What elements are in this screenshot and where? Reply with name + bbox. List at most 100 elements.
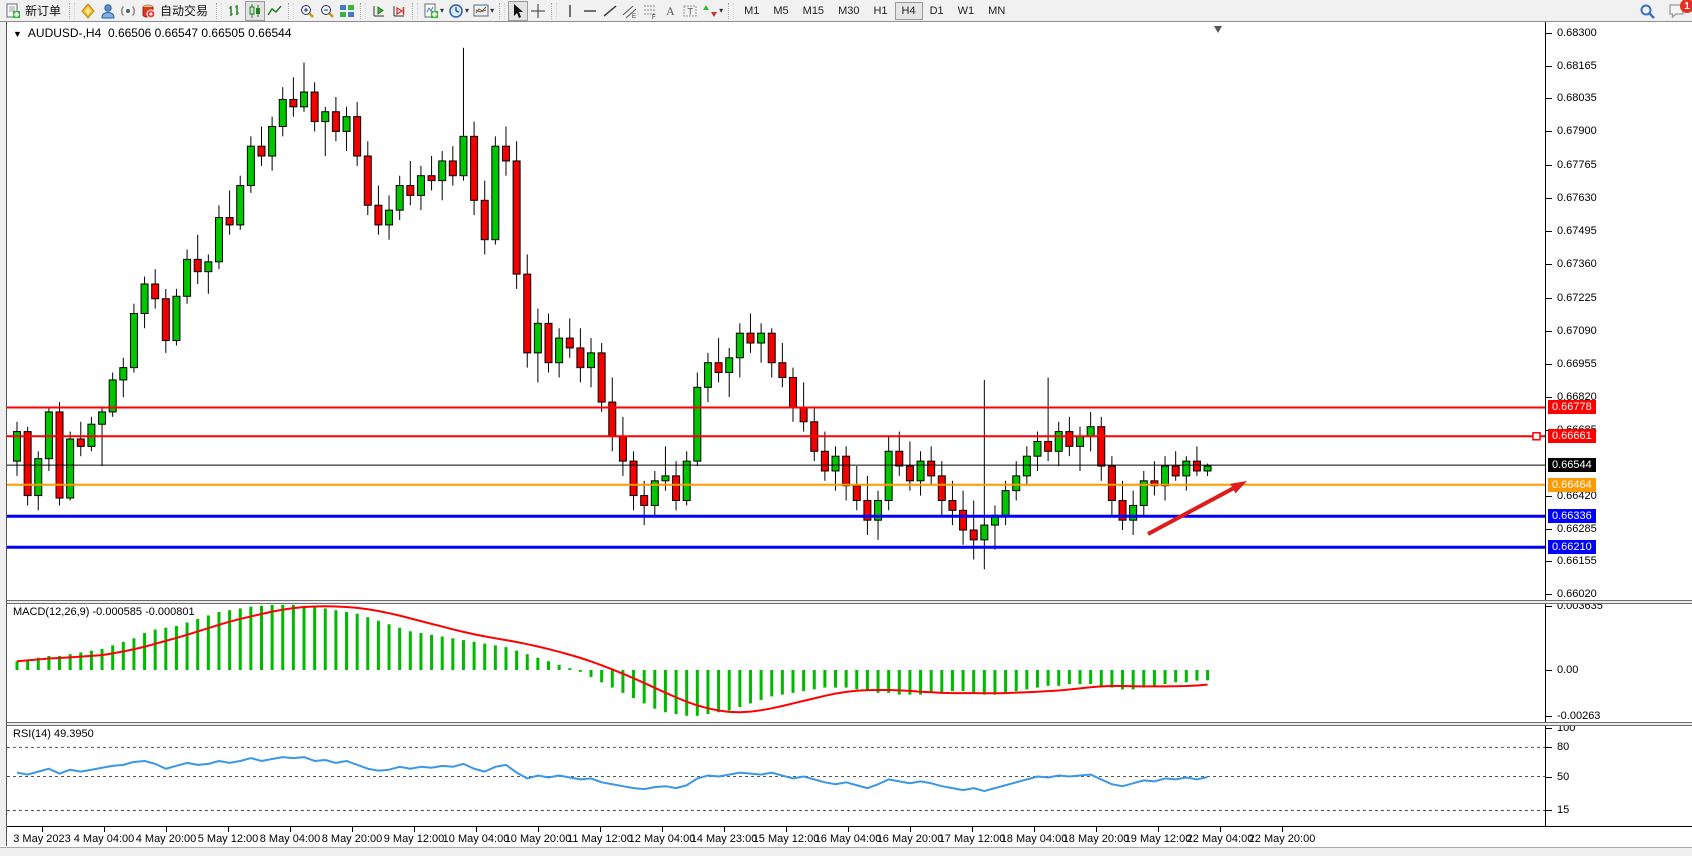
trendline-icon bbox=[602, 3, 618, 19]
dropdown-caret-icon: ▾ bbox=[719, 6, 723, 15]
macd-panel[interactable] bbox=[7, 604, 1545, 722]
candlestick-chart-button[interactable] bbox=[245, 1, 265, 21]
rsi-panel[interactable] bbox=[7, 726, 1545, 826]
toolbar-grip bbox=[216, 3, 222, 19]
price-tick: 0.67630 bbox=[1557, 192, 1597, 204]
arrows-button[interactable]: ▾ bbox=[700, 1, 725, 21]
timeframe-d1[interactable]: D1 bbox=[923, 2, 951, 20]
text-button[interactable]: A bbox=[660, 1, 680, 21]
crosshair-icon bbox=[530, 3, 546, 19]
line-chart-button[interactable] bbox=[265, 1, 285, 21]
crosshair-button[interactable] bbox=[528, 1, 548, 21]
toolbar-grip bbox=[728, 3, 734, 19]
price-axis[interactable]: 0.683000.681650.680350.679000.677650.676… bbox=[1545, 22, 1692, 827]
candle-body-down bbox=[1045, 441, 1052, 451]
horizontal-line-button[interactable] bbox=[580, 1, 600, 21]
annotation-arrow-head[interactable] bbox=[1230, 481, 1247, 493]
new-order-label[interactable]: 新订单 bbox=[23, 2, 66, 19]
candle-body-up bbox=[279, 99, 286, 126]
new-order-icon bbox=[5, 3, 21, 19]
candle-body-down bbox=[258, 146, 265, 156]
time-label: 4 May 20:00 bbox=[136, 833, 197, 845]
price-tick-dash bbox=[1546, 165, 1552, 166]
price-tick: 0.68300 bbox=[1557, 27, 1597, 39]
macd-tick: -0.00263 bbox=[1557, 710, 1600, 722]
time-label: 9 May 12:00 bbox=[384, 833, 445, 845]
candle-body-down bbox=[896, 451, 903, 466]
candle-body-up bbox=[1034, 441, 1041, 456]
panel-splitter[interactable] bbox=[0, 600, 1692, 604]
candle-body-up bbox=[1183, 461, 1190, 476]
fibonacci-icon: F bbox=[642, 3, 658, 19]
time-tick bbox=[414, 827, 415, 832]
chart-shift-marker-icon[interactable] bbox=[1214, 26, 1222, 33]
zoom-out-button[interactable] bbox=[317, 1, 337, 21]
time-tick bbox=[1282, 827, 1283, 832]
trendline-button[interactable] bbox=[600, 1, 620, 21]
candle-body-down bbox=[789, 377, 796, 407]
rsi-tick-dash bbox=[1546, 810, 1552, 811]
community-person-icon bbox=[100, 3, 116, 19]
candle-body-up bbox=[205, 262, 212, 272]
candle-body-down bbox=[1193, 461, 1200, 471]
annotation-arrow-shaft[interactable] bbox=[1148, 489, 1233, 534]
timeframe-m15[interactable]: M15 bbox=[796, 2, 831, 20]
community-button[interactable] bbox=[98, 1, 118, 21]
time-tick bbox=[910, 827, 911, 832]
main-chart-panel[interactable] bbox=[7, 22, 1545, 600]
periods-button[interactable]: ▾ bbox=[446, 1, 471, 21]
candle-body-down bbox=[194, 259, 201, 271]
cursor-button[interactable] bbox=[508, 1, 528, 21]
timeframe-m30[interactable]: M30 bbox=[831, 2, 866, 20]
price-tick: 0.68165 bbox=[1557, 60, 1597, 72]
channel-button[interactable]: E bbox=[620, 1, 640, 21]
search-icon[interactable] bbox=[1639, 3, 1656, 20]
candle-body-down bbox=[24, 432, 31, 496]
candle-body-down bbox=[938, 476, 945, 501]
candle-body-down bbox=[449, 161, 456, 176]
dropdown-caret-icon: ▾ bbox=[465, 6, 469, 15]
auto-scroll-button[interactable] bbox=[369, 1, 389, 21]
templates-button[interactable]: ▾ bbox=[471, 1, 496, 21]
metaeditor-button[interactable] bbox=[78, 1, 98, 21]
candle-body-up bbox=[35, 459, 42, 496]
fibonacci-button[interactable]: F bbox=[640, 1, 660, 21]
price-tick-dash bbox=[1546, 33, 1552, 34]
candle-body-down bbox=[226, 218, 233, 225]
time-tick bbox=[972, 827, 973, 832]
candle-body-up bbox=[237, 186, 244, 225]
vertical-line-button[interactable] bbox=[560, 1, 580, 21]
symbol-dropdown-icon[interactable]: ▼ bbox=[13, 29, 22, 39]
new-order-button[interactable] bbox=[3, 1, 23, 21]
timeframe-w1[interactable]: W1 bbox=[951, 2, 982, 20]
chat-button[interactable]: 1 bbox=[1668, 3, 1686, 19]
price-tick-dash bbox=[1546, 198, 1552, 199]
text-label-button[interactable]: T bbox=[680, 1, 700, 21]
macd-tick-dash bbox=[1546, 606, 1552, 607]
indicators-button[interactable]: ▾ bbox=[421, 1, 446, 21]
price-tick-dash bbox=[1546, 98, 1552, 99]
candle-body-down bbox=[1066, 432, 1073, 447]
tile-windows-button[interactable] bbox=[337, 1, 357, 21]
timeframe-mn[interactable]: MN bbox=[981, 2, 1012, 20]
timeframe-m1[interactable]: M1 bbox=[737, 2, 766, 20]
timeframe-h4[interactable]: H4 bbox=[895, 2, 923, 20]
autotrading-button[interactable] bbox=[138, 1, 158, 21]
candle-body-down bbox=[577, 348, 584, 368]
candle-body-up bbox=[99, 412, 106, 424]
time-axis[interactable]: 3 May 20234 May 04:004 May 20:005 May 12… bbox=[0, 826, 1692, 846]
candle-body-up bbox=[704, 363, 711, 388]
autotrading-label[interactable]: 自动交易 bbox=[158, 2, 213, 19]
zoom-in-button[interactable] bbox=[297, 1, 317, 21]
price-level-badge: 0.66336 bbox=[1548, 509, 1596, 523]
panel-splitter[interactable] bbox=[0, 722, 1692, 726]
timeframe-h1[interactable]: H1 bbox=[866, 2, 894, 20]
chart-shift-button[interactable] bbox=[389, 1, 409, 21]
candle-body-down bbox=[1172, 466, 1179, 476]
bar-chart-button[interactable] bbox=[225, 1, 245, 21]
signals-button[interactable] bbox=[118, 1, 138, 21]
window-bottom-edge bbox=[0, 847, 1692, 856]
timeframe-m5[interactable]: M5 bbox=[766, 2, 795, 20]
line-selection-handle[interactable] bbox=[1533, 433, 1540, 440]
time-label: 19 May 12:00 bbox=[1125, 833, 1192, 845]
